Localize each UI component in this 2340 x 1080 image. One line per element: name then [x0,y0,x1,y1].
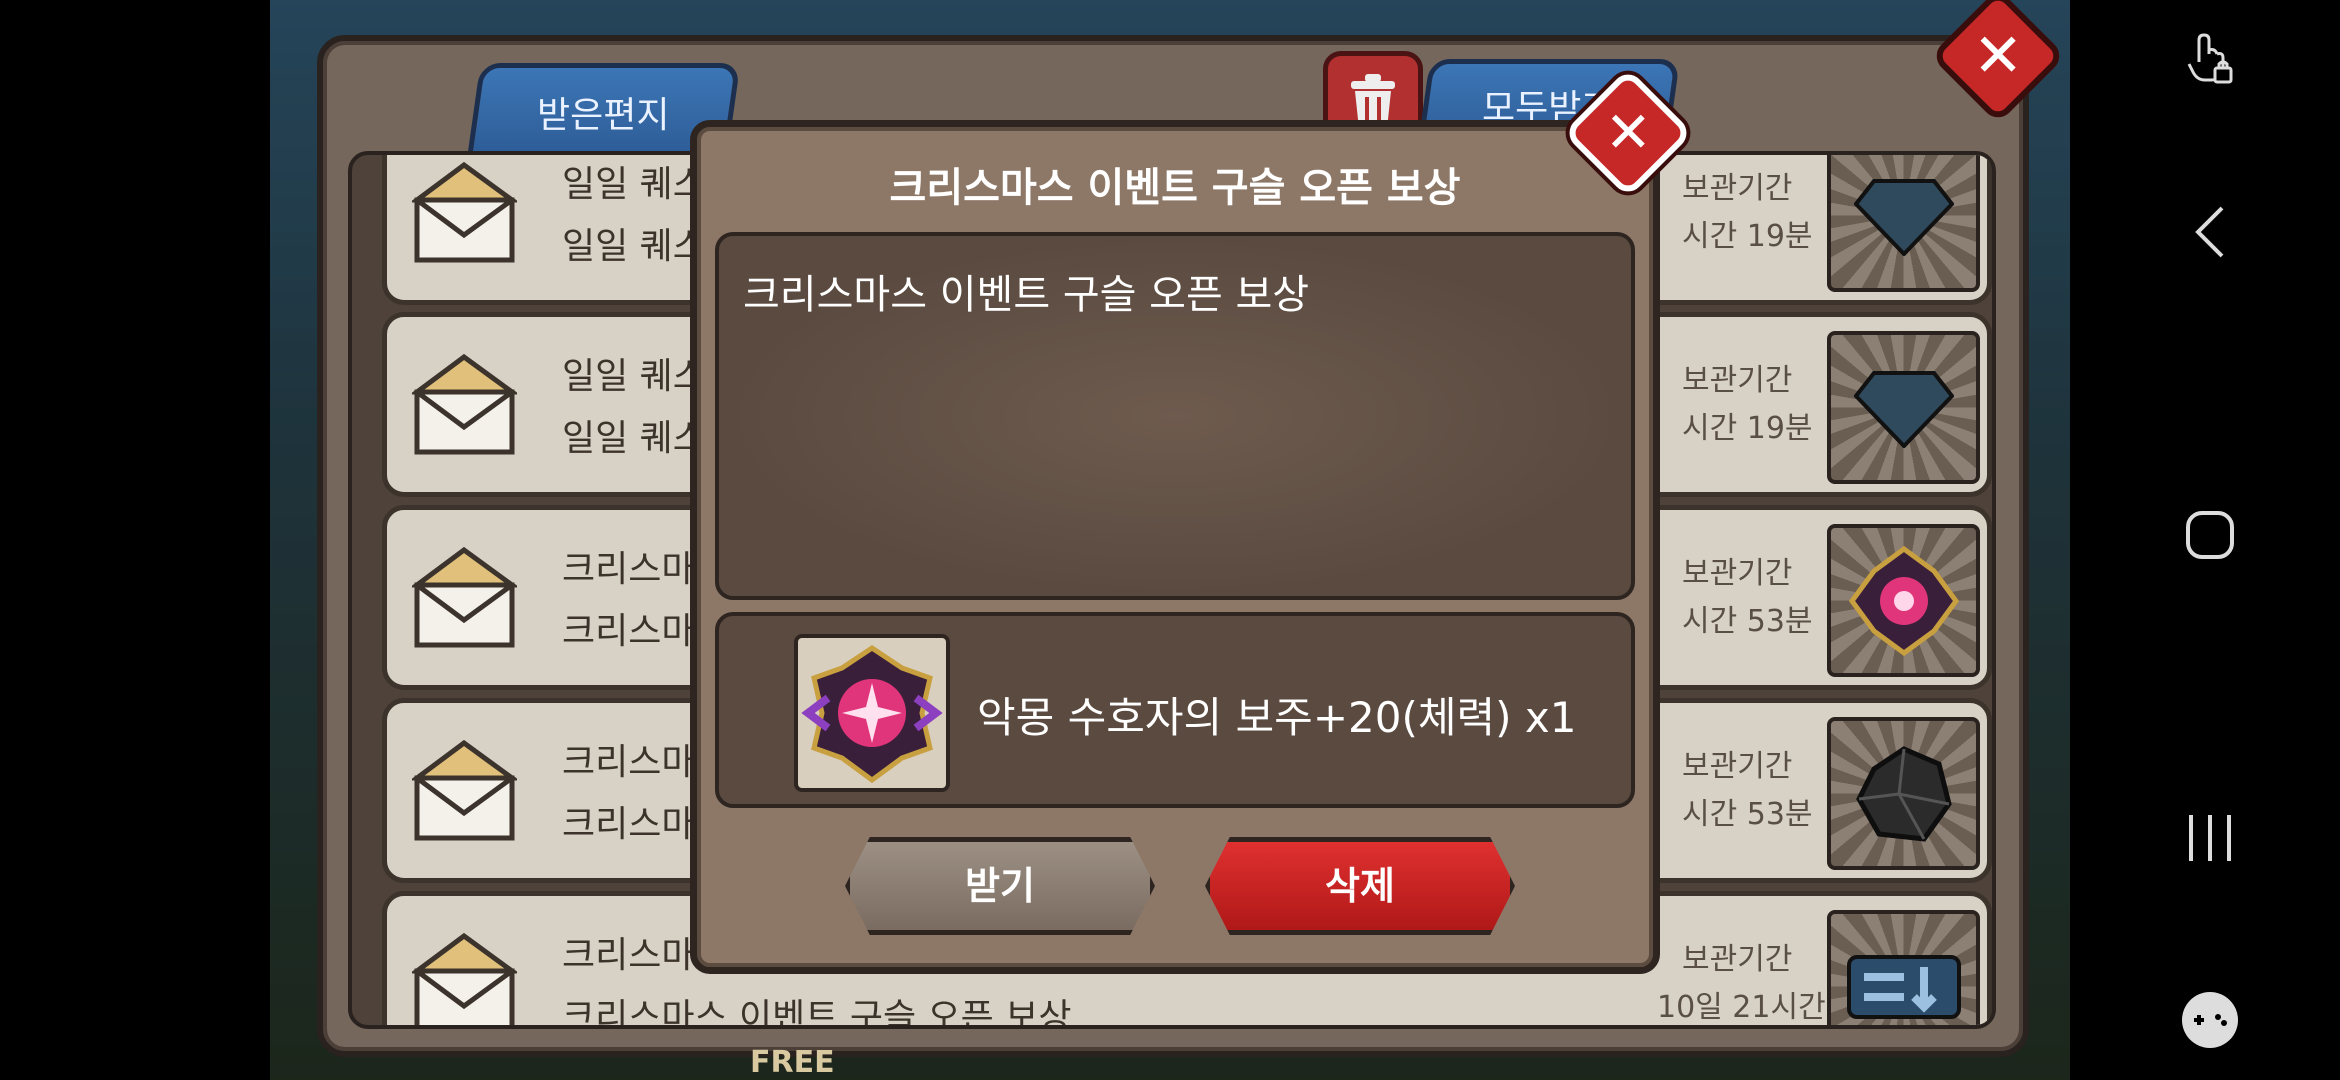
mail-subtitle: 일일 퀘스 [562,226,706,267]
keep-period-label: 보관기간 [1682,942,1793,977]
diamond-icon [1827,155,1980,292]
orb-item-icon [794,634,950,792]
mail-subtitle: 크리스마 [562,611,695,652]
keep-period-time: 시간 19분 [1682,219,1813,254]
back-icon[interactable] [2180,202,2240,262]
free-label: FREE [750,1045,835,1080]
tab-label: 받은편지 [536,95,670,136]
talisman-icon [1827,524,1980,677]
mail-title: 크리스마 [562,549,695,590]
close-icon: ✕ [1972,21,2024,91]
mail-detail-modal: 크리스마스 이벤트 구슬 오픈 보상 ✕ 크리스마스 이벤트 구슬 오픈 보상 … [690,67,1694,974]
close-icon: ✕ [1604,99,1652,165]
keep-period-time: 시간 53분 [1682,604,1813,639]
envelope-icon [412,739,517,841]
envelope-icon [412,932,517,1025]
message-box: 크리스마스 이벤트 구슬 오픈 보상 [715,232,1635,600]
reward-box: 악몽 수호자의 보주+20(체력) x1 [715,612,1635,808]
envelope-icon [412,161,517,263]
mail-title: 일일 퀘스 [562,164,706,205]
mail-subtitle: 일일 퀘스 [562,418,706,459]
keep-period-label: 보관기간 [1682,556,1793,591]
recents-icon[interactable] [2180,808,2240,868]
mail-title: 일일 퀘스 [562,356,706,397]
mail-title: 크리스마 [562,742,695,783]
envelope-icon [412,546,517,648]
message-text: 크리스마스 이벤트 구슬 오픈 보상 [743,272,1310,318]
receive-button[interactable]: 받기 [845,837,1155,935]
keep-period-label: 보관기간 [1682,171,1793,206]
touch-lock-icon[interactable] [2180,30,2240,90]
envelope-icon [412,353,517,455]
android-navigation-bar [2070,0,2340,1080]
keep-period-time: 시간 53분 [1682,797,1813,832]
mail-subtitle: 크리스마 [562,804,695,845]
mail-title: 크리스마 [562,935,695,976]
mail-subtitle: 크리스마스 이벤트 구슬 오픈 보상 [562,997,1072,1029]
diamond-icon [1827,331,1980,484]
level-down-icon [1827,910,1980,1025]
home-icon[interactable] [2180,505,2240,565]
game-tools-icon[interactable] [2180,990,2240,1050]
delete-button[interactable]: 삭제 [1205,837,1515,935]
reward-text: 악몽 수호자의 보주+20(체력) x1 [977,693,1577,742]
modal-title: 크리스마스 이벤트 구슬 오픈 보상 [889,165,1461,211]
ore-icon [1827,717,1980,870]
keep-period-label: 보관기간 [1682,363,1793,398]
keep-period-label: 보관기간 [1682,749,1793,784]
keep-period-time: 시간 19분 [1682,411,1813,446]
game-screen: 받은편지 모두받기 일일 퀘스 일일 퀘스 보관기간 시간 19분 일일 퀘스 … [270,0,2070,1080]
